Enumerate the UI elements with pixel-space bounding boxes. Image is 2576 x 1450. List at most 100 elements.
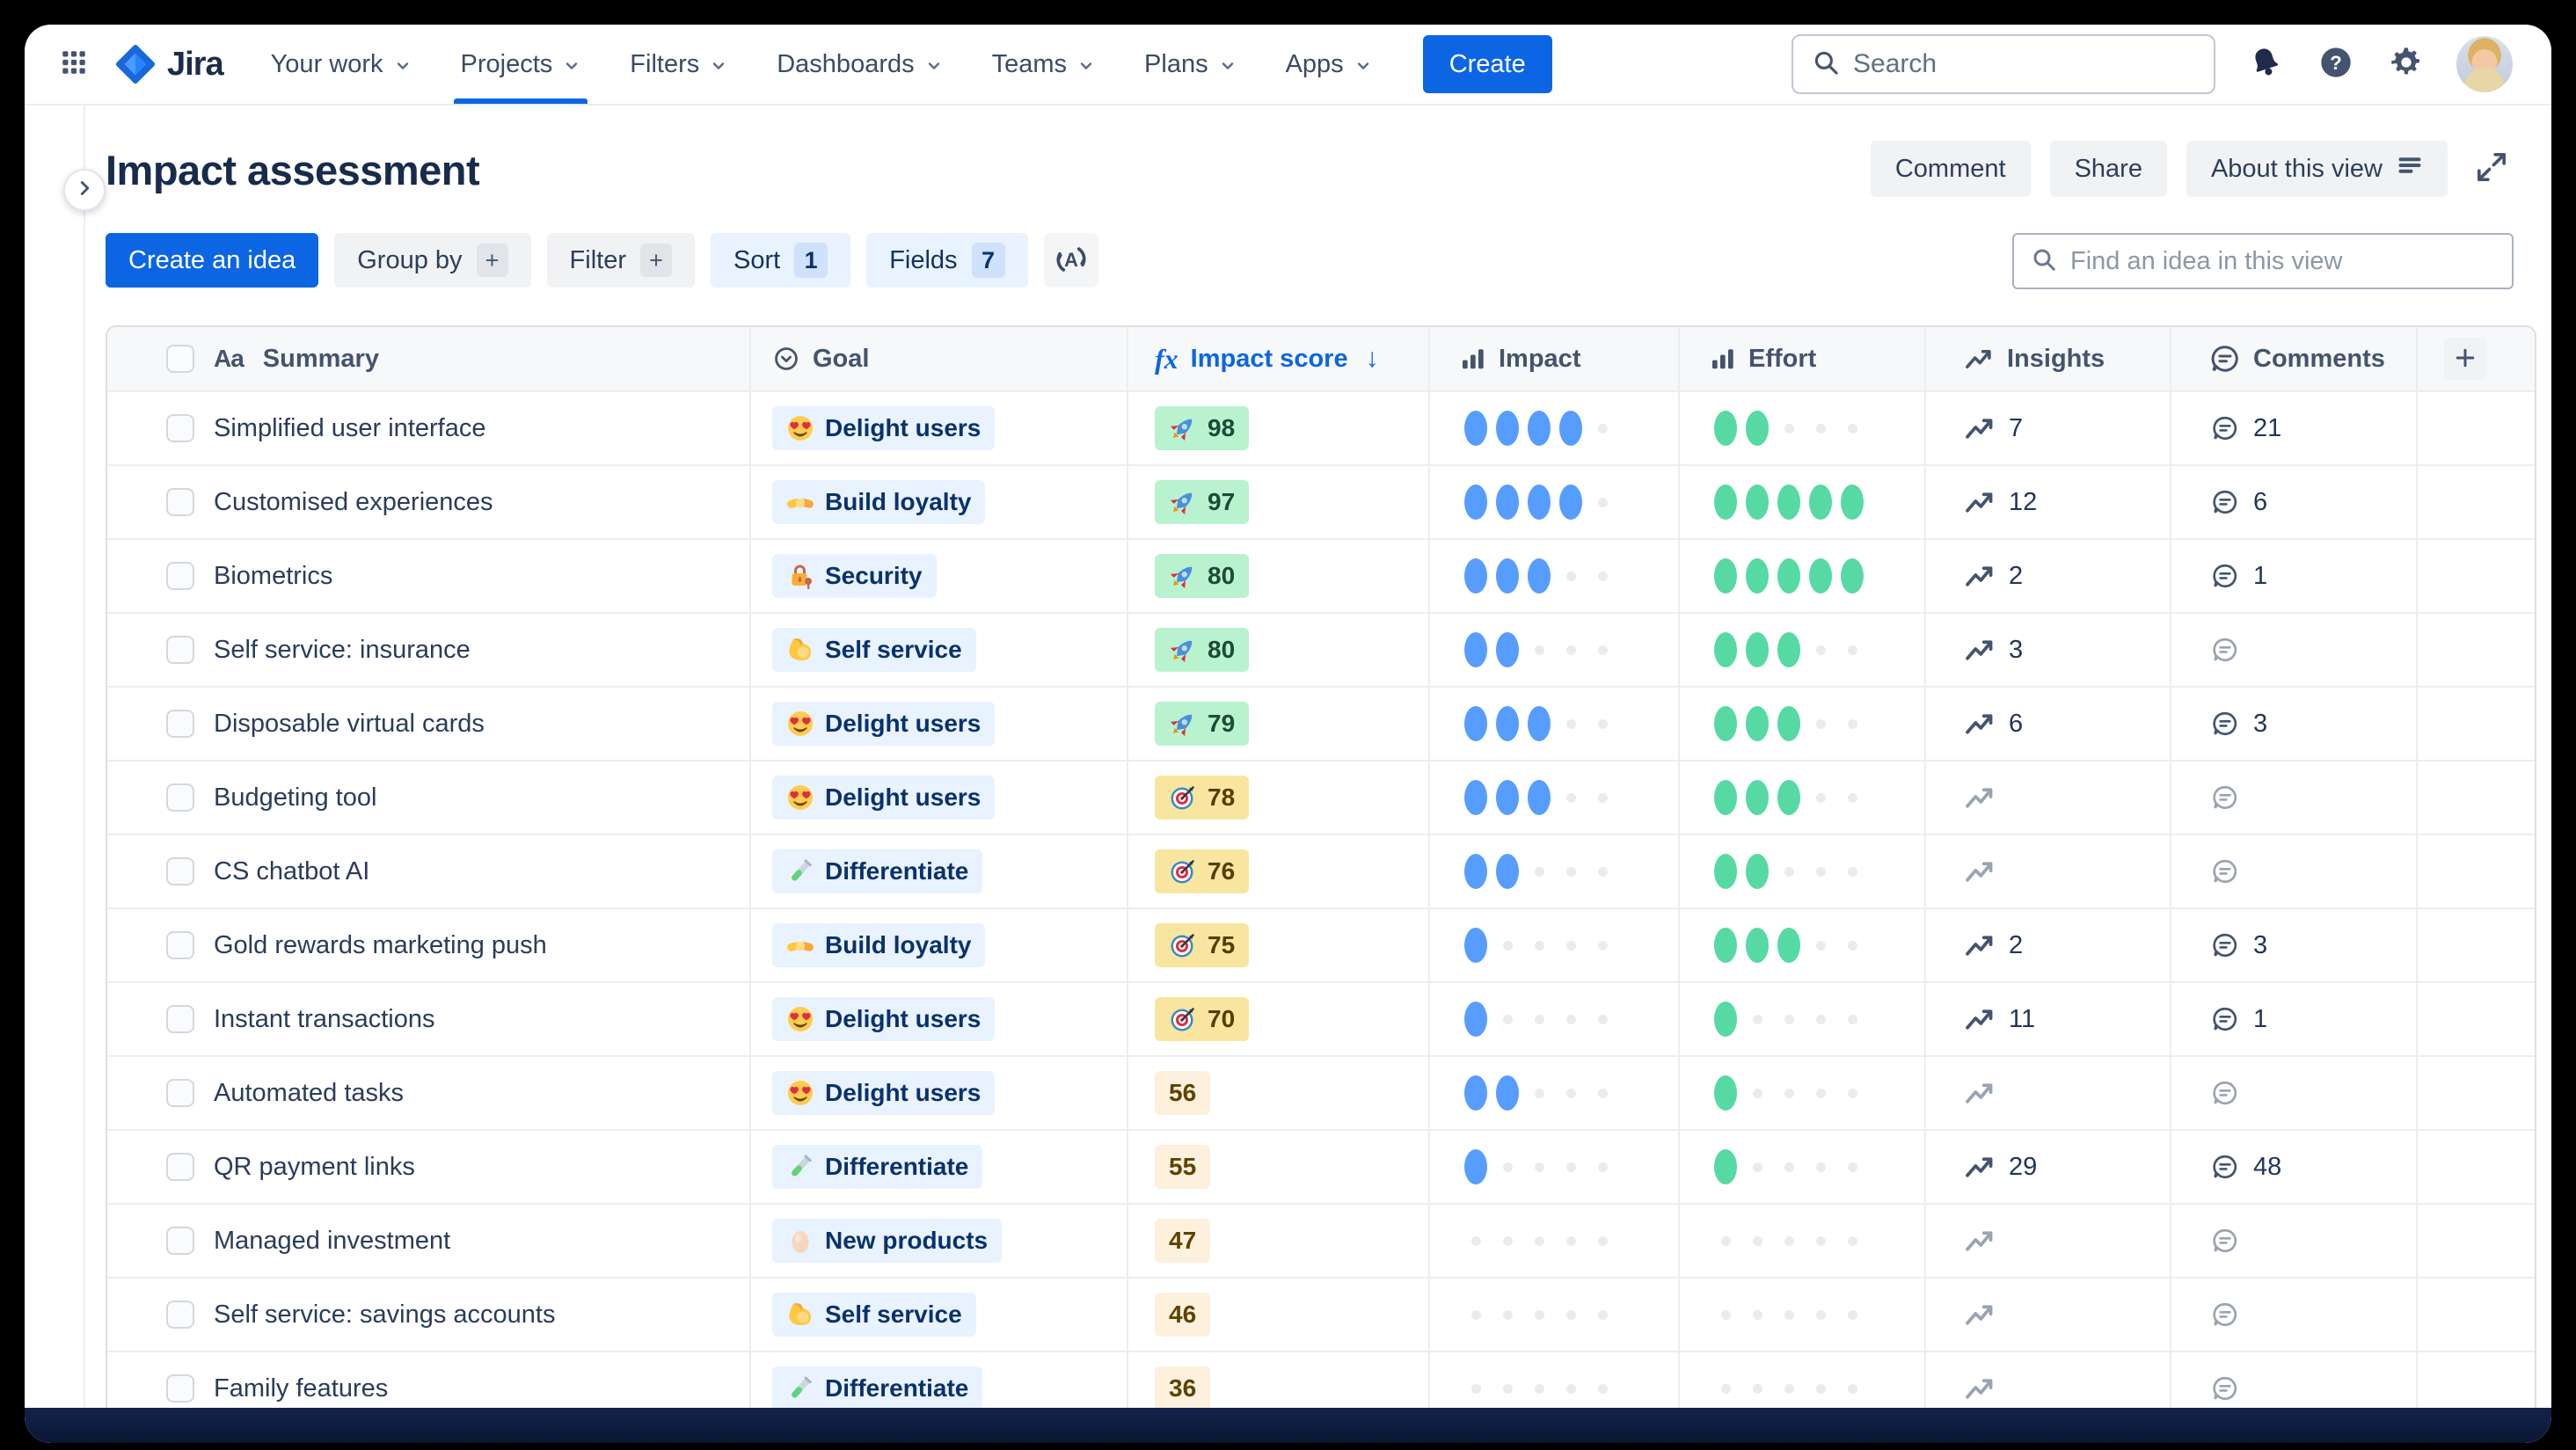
about-this-view-button[interactable]: About this view	[2186, 141, 2448, 197]
impact-score-cell[interactable]: 78	[1128, 761, 1430, 834]
comments-cell[interactable]: 3	[2171, 688, 2418, 760]
comments-cell[interactable]	[2171, 835, 2418, 907]
insights-cell[interactable]: 7	[1926, 392, 2171, 464]
app-switcher-button[interactable]	[55, 45, 93, 84]
impact-score-cell[interactable]: 47	[1128, 1205, 1430, 1277]
comment-button[interactable]: Comment	[1870, 141, 2031, 197]
help-button[interactable]: ?	[2316, 44, 2356, 84]
comments-cell[interactable]: 6	[2171, 466, 2418, 538]
goal-cell[interactable]: Delight users	[751, 761, 1128, 834]
impact-score-cell[interactable]: 79	[1128, 688, 1430, 760]
effort-cell[interactable]	[1680, 392, 1926, 464]
column-header-summary[interactable]: Aa Summary	[107, 327, 751, 390]
summary-cell[interactable]: Managed investment	[107, 1205, 751, 1277]
effort-cell[interactable]	[1680, 835, 1926, 907]
impact-cell[interactable]	[1430, 1205, 1680, 1277]
comments-cell[interactable]: 1	[2171, 540, 2418, 612]
row-checkbox[interactable]	[166, 1153, 194, 1181]
filter-button[interactable]: Filter +	[546, 233, 695, 288]
comments-cell[interactable]	[2171, 1057, 2418, 1129]
summary-cell[interactable]: QR payment links	[107, 1131, 751, 1203]
nav-item-projects[interactable]: Projects	[453, 25, 588, 104]
insights-cell[interactable]: 11	[1926, 983, 2171, 1055]
impact-score-cell[interactable]: 70	[1128, 983, 1430, 1055]
effort-cell[interactable]	[1680, 761, 1926, 834]
user-avatar[interactable]	[2456, 36, 2513, 92]
row-checkbox[interactable]	[166, 710, 194, 738]
goal-cell[interactable]: Delight users	[751, 688, 1128, 760]
impact-score-cell[interactable]: 56	[1128, 1057, 1430, 1129]
insights-cell[interactable]: 2	[1926, 540, 2171, 612]
column-header-insights[interactable]: Insights	[1926, 327, 2171, 390]
jira-logo[interactable]: Jira	[113, 41, 224, 87]
comments-cell[interactable]: 3	[2171, 909, 2418, 981]
column-header-effort[interactable]: Effort	[1680, 327, 1926, 390]
insights-cell[interactable]	[1926, 1057, 2171, 1129]
impact-cell[interactable]	[1430, 983, 1680, 1055]
effort-cell[interactable]	[1680, 540, 1926, 612]
impact-cell[interactable]	[1430, 835, 1680, 907]
row-checkbox[interactable]	[166, 783, 194, 812]
impact-score-cell[interactable]: 80	[1128, 614, 1430, 686]
row-checkbox[interactable]	[166, 931, 194, 959]
nav-item-teams[interactable]: Teams	[992, 25, 1095, 104]
impact-cell[interactable]	[1430, 761, 1680, 834]
goal-cell[interactable]: Security	[751, 540, 1128, 612]
goal-cell[interactable]: Delight users	[751, 392, 1128, 464]
nav-item-dashboards[interactable]: Dashboards	[777, 25, 942, 104]
add-column-button[interactable]	[2444, 338, 2486, 380]
find-idea-input[interactable]	[2070, 246, 2496, 276]
effort-cell[interactable]	[1680, 688, 1926, 760]
comments-cell[interactable]: 48	[2171, 1131, 2418, 1203]
table-row[interactable]: Automated tasks Delight users 56	[107, 1055, 2535, 1129]
insights-cell[interactable]: 12	[1926, 466, 2171, 538]
effort-cell[interactable]	[1680, 1205, 1926, 1277]
impact-score-cell[interactable]: 75	[1128, 909, 1430, 981]
impact-cell[interactable]	[1430, 909, 1680, 981]
row-checkbox[interactable]	[166, 1079, 194, 1107]
goal-cell[interactable]: Build loyalty	[751, 909, 1128, 981]
effort-cell[interactable]	[1680, 614, 1926, 686]
impact-cell[interactable]	[1430, 392, 1680, 464]
impact-score-cell[interactable]: 55	[1128, 1131, 1430, 1203]
row-checkbox[interactable]	[166, 1374, 194, 1403]
impact-cell[interactable]	[1430, 1279, 1680, 1351]
impact-cell[interactable]	[1430, 540, 1680, 612]
select-all-checkbox[interactable]	[166, 345, 194, 373]
column-header-impact[interactable]: Impact	[1430, 327, 1680, 390]
impact-cell[interactable]	[1430, 1131, 1680, 1203]
nav-item-plans[interactable]: Plans	[1144, 25, 1237, 104]
goal-cell[interactable]: New products	[751, 1205, 1128, 1277]
insights-cell[interactable]: 29	[1926, 1131, 2171, 1203]
insights-cell[interactable]: 6	[1926, 688, 2171, 760]
insights-cell[interactable]	[1926, 835, 2171, 907]
goal-cell[interactable]: Self service	[751, 614, 1128, 686]
row-checkbox[interactable]	[166, 1301, 194, 1329]
column-header-goal[interactable]: Goal	[751, 327, 1128, 390]
summary-cell[interactable]: Instant transactions	[107, 983, 751, 1055]
goal-cell[interactable]: Differentiate	[751, 835, 1128, 907]
impact-cell[interactable]	[1430, 1057, 1680, 1129]
effort-cell[interactable]	[1680, 466, 1926, 538]
table-row[interactable]: Gold rewards marketing push Build loyalt…	[107, 907, 2535, 981]
row-checkbox[interactable]	[166, 1227, 194, 1255]
row-checkbox[interactable]	[166, 488, 194, 516]
impact-cell[interactable]	[1430, 466, 1680, 538]
goal-cell[interactable]: Build loyalty	[751, 466, 1128, 538]
auto-translate-button[interactable]: A	[1043, 233, 1098, 288]
insights-cell[interactable]: 3	[1926, 614, 2171, 686]
table-row[interactable]: Self service: savings accounts Self serv…	[107, 1277, 2535, 1351]
summary-cell[interactable]: CS chatbot AI	[107, 835, 751, 907]
group-by-button[interactable]: Group by +	[334, 233, 531, 288]
table-row[interactable]: Managed investment New products 47	[107, 1203, 2535, 1277]
comments-cell[interactable]	[2171, 761, 2418, 834]
summary-cell[interactable]: Simplified user interface	[107, 392, 751, 464]
goal-cell[interactable]: Differentiate	[751, 1131, 1128, 1203]
summary-cell[interactable]: Budgeting tool	[107, 761, 751, 834]
nav-item-filters[interactable]: Filters	[630, 25, 727, 104]
summary-cell[interactable]: Self service: savings accounts	[107, 1279, 751, 1351]
impact-score-cell[interactable]: 97	[1128, 466, 1430, 538]
nav-item-apps[interactable]: Apps	[1286, 25, 1372, 104]
table-row[interactable]: Customised experiences Build loyalty 97 …	[107, 464, 2535, 538]
comments-cell[interactable]: 1	[2171, 983, 2418, 1055]
